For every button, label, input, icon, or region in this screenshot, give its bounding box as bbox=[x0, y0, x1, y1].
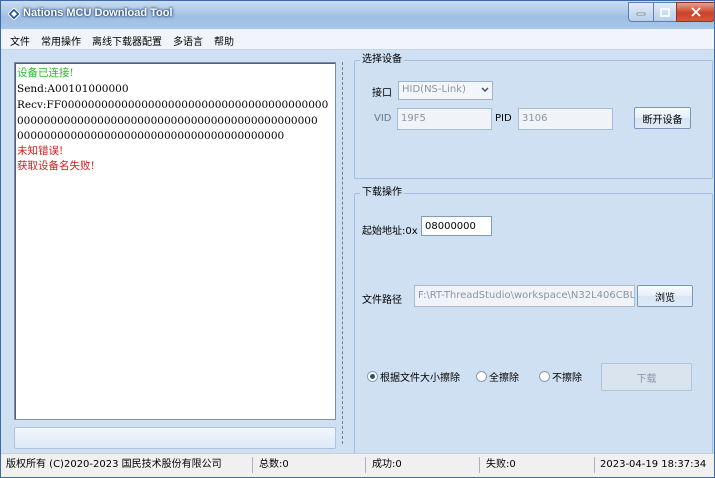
start-address-value: 08000000 bbox=[425, 221, 476, 232]
no-erase-radio[interactable]: 不擦除 bbox=[539, 369, 582, 384]
status-separator bbox=[479, 457, 480, 473]
vid-label: VID bbox=[374, 113, 392, 124]
radio-unselected-icon bbox=[539, 370, 550, 382]
total-count: 总数:0 bbox=[259, 459, 289, 470]
pid-value: 3106 bbox=[522, 113, 548, 124]
datetime-display: 2023-04-19 18:37:34 bbox=[600, 459, 707, 470]
interface-value: HID(NS-Link) bbox=[402, 84, 466, 95]
maximize-icon bbox=[660, 7, 670, 17]
maximize-button[interactable] bbox=[653, 2, 677, 22]
download-button[interactable]: 下载 bbox=[601, 363, 692, 391]
fail-count: 失败:0 bbox=[486, 459, 516, 470]
pid-field[interactable]: 3106 bbox=[518, 108, 613, 130]
app-logo-icon bbox=[8, 8, 20, 20]
no-erase-label: 不擦除 bbox=[552, 372, 582, 384]
full-erase-radio[interactable]: 全擦除 bbox=[476, 369, 519, 384]
panel-divider bbox=[342, 62, 344, 444]
title-bar[interactable]: Nations MCU Download Tool bbox=[1, 1, 714, 29]
status-bar: 版权所有 (C)2020-2023 国民技术股份有限公司 总数:0 成功:0 失… bbox=[1, 453, 714, 477]
menu-common-operations[interactable]: 常用操作 bbox=[41, 33, 81, 48]
log-line: 0000000000000000000000000000000000000000 bbox=[17, 130, 285, 142]
erase-by-file-size-radio[interactable]: 根据文件大小擦除 bbox=[367, 369, 460, 384]
status-separator bbox=[365, 457, 366, 473]
copyright-text: 版权所有 (C)2020-2023 国民技术股份有限公司 bbox=[6, 459, 222, 470]
interface-select[interactable]: HID(NS-Link) bbox=[398, 81, 493, 100]
pid-label: PID bbox=[495, 113, 512, 124]
file-path-label: 文件路径 bbox=[362, 295, 402, 306]
file-path-value: F:\RT-ThreadStudio\workspace\N32L406CBL7… bbox=[418, 290, 635, 301]
device-group-legend: 选择设备 bbox=[360, 54, 404, 66]
progress-bar bbox=[14, 427, 336, 449]
menu-help[interactable]: 帮助 bbox=[214, 33, 234, 48]
status-separator bbox=[594, 457, 595, 473]
app-window: Nations MCU Download Tool 文件 常用操作 离线下载器配… bbox=[0, 0, 715, 478]
start-address-label: 起始地址:0x bbox=[362, 226, 418, 237]
close-icon bbox=[690, 7, 701, 17]
success-count: 成功:0 bbox=[372, 459, 402, 470]
minimize-button[interactable] bbox=[628, 2, 654, 22]
start-address-field[interactable]: 08000000 bbox=[421, 216, 492, 236]
log-line: 获取设备名失败! bbox=[17, 160, 95, 172]
erase-by-file-size-label: 根据文件大小擦除 bbox=[380, 372, 460, 384]
vid-field[interactable]: 19F5 bbox=[397, 108, 492, 130]
menu-offline-downloader-config[interactable]: 离线下载器配置 bbox=[92, 33, 162, 48]
interface-label: 接口 bbox=[372, 88, 392, 99]
chevron-down-icon bbox=[481, 87, 489, 93]
vid-value: 19F5 bbox=[401, 113, 426, 124]
window-title: Nations MCU Download Tool bbox=[23, 7, 173, 19]
log-output[interactable]: 设备已连接! Send:A00101000000 Recv:FF00000000… bbox=[14, 62, 336, 420]
close-button[interactable] bbox=[676, 2, 714, 22]
minimize-icon bbox=[636, 12, 646, 16]
radio-selected-icon bbox=[367, 370, 378, 382]
status-separator bbox=[252, 457, 253, 473]
log-line: 未知错误! bbox=[17, 145, 64, 157]
menu-language[interactable]: 多语言 bbox=[173, 33, 203, 48]
menu-bar: 文件 常用操作 离线下载器配置 多语言 帮助 bbox=[1, 29, 714, 50]
menu-file[interactable]: 文件 bbox=[10, 33, 30, 48]
log-line: 0000000000000000000000000000000000000000… bbox=[17, 115, 318, 127]
log-line: Recv:FF000000000000000000000000000000000… bbox=[17, 99, 329, 111]
browse-button[interactable]: 浏览 bbox=[637, 285, 693, 307]
file-path-field[interactable]: F:\RT-ThreadStudio\workspace\N32L406CBL7… bbox=[414, 285, 635, 307]
download-group-legend: 下载操作 bbox=[360, 187, 404, 199]
disconnect-button[interactable]: 断开设备 bbox=[634, 107, 691, 129]
full-erase-label: 全擦除 bbox=[489, 372, 519, 384]
radio-unselected-icon bbox=[476, 370, 487, 382]
log-line: Send:A00101000000 bbox=[17, 83, 129, 95]
log-line: 设备已连接! bbox=[17, 67, 74, 79]
